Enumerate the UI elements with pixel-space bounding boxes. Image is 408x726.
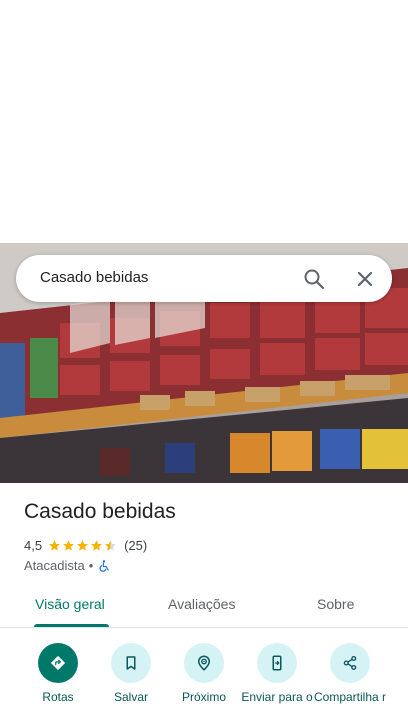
search-input[interactable]: Casado bebidas bbox=[40, 269, 148, 286]
rating-value: 4,5 bbox=[24, 537, 43, 553]
tab-reviews[interactable]: Avaliações bbox=[168, 596, 235, 612]
place-category: Atacadista bbox=[24, 558, 85, 573]
place-title: Casado bebidas bbox=[24, 500, 176, 523]
directions-label: Rotas bbox=[42, 690, 74, 704]
send-to-phone-button[interactable]: Enviar para o bbox=[239, 640, 315, 720]
bookmark-icon bbox=[126, 656, 136, 670]
search-bar[interactable]: Casado bebidas bbox=[16, 255, 392, 302]
share-button[interactable]: Compartilha r bbox=[312, 640, 388, 720]
active-tab-indicator bbox=[34, 624, 109, 627]
rating-row[interactable]: 4,5 (25) bbox=[24, 537, 147, 553]
save-button[interactable]: Salvar bbox=[93, 640, 169, 720]
star-icon bbox=[77, 539, 88, 551]
star-half-icon bbox=[105, 539, 116, 551]
category-row: Atacadista • bbox=[24, 558, 111, 573]
star-icon bbox=[49, 539, 60, 551]
rating-stars bbox=[48, 539, 118, 552]
tab-bar: Visão geral Avaliações Sobre bbox=[0, 585, 408, 628]
close-icon[interactable] bbox=[353, 267, 377, 291]
nearby-icon bbox=[197, 655, 211, 671]
review-count: (25) bbox=[124, 537, 148, 553]
directions-button[interactable]: Rotas bbox=[20, 640, 96, 720]
search-icon[interactable] bbox=[302, 267, 326, 291]
star-icon bbox=[63, 539, 74, 551]
send-to-phone-icon bbox=[272, 655, 282, 671]
share-icon bbox=[343, 655, 357, 671]
wheelchair-accessible-icon bbox=[99, 559, 109, 572]
save-label: Salvar bbox=[113, 690, 148, 704]
nearby-button[interactable]: Próximo bbox=[166, 640, 242, 720]
map-area[interactable] bbox=[0, 0, 408, 243]
nearby-label: Próximo bbox=[181, 690, 226, 704]
star-icon bbox=[91, 539, 102, 551]
separator-dot: • bbox=[88, 558, 94, 573]
send-to-phone-label: Enviar para o bbox=[241, 690, 313, 704]
action-buttons: Rotas Salvar Próximo Enviar para o Compa… bbox=[0, 640, 408, 726]
directions-icon bbox=[50, 655, 66, 671]
tab-about[interactable]: Sobre bbox=[317, 596, 354, 612]
tab-overview[interactable]: Visão geral bbox=[35, 596, 105, 612]
share-label: Compartilha r bbox=[313, 690, 387, 704]
